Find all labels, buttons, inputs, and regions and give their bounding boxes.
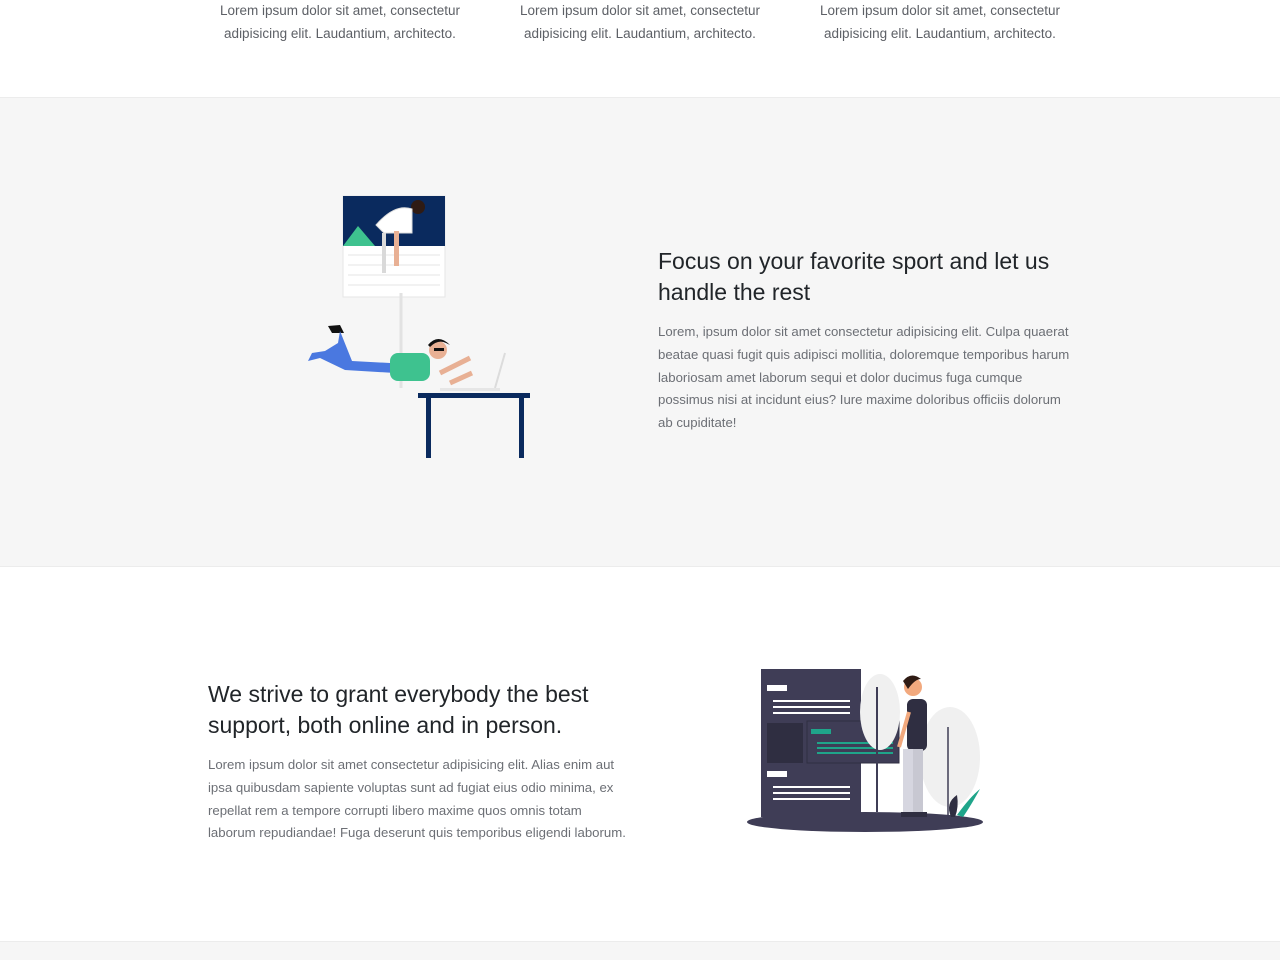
section-body-text: Lorem, ipsum dolor sit amet consectetur … [658, 324, 1070, 431]
section-body-text: Lorem ipsum dolor sit amet consectetur a… [208, 757, 626, 841]
support-person-illustration [747, 669, 983, 832]
showcase-support-section: We strive to grant everybody the best su… [0, 567, 1280, 942]
person-on-desk-illustration [308, 195, 530, 458]
feature-text: Lorem ipsum dolor sit amet, consectetur … [519, 3, 761, 41]
showcase-sport-section: Focus on your favorite sport and let us … [0, 98, 1280, 567]
features-row: Lorem ipsum dolor sit amet, consectetur … [0, 0, 1280, 98]
section-heading: We strive to grant everybody the best su… [208, 681, 589, 738]
feature-text: Lorem ipsum dolor sit amet, consectetur … [819, 3, 1061, 41]
next-section-edge [0, 941, 1280, 960]
section-heading: Focus on your favorite sport and let us … [658, 248, 1050, 305]
feature-text: Lorem ipsum dolor sit amet, consectetur … [219, 3, 461, 41]
